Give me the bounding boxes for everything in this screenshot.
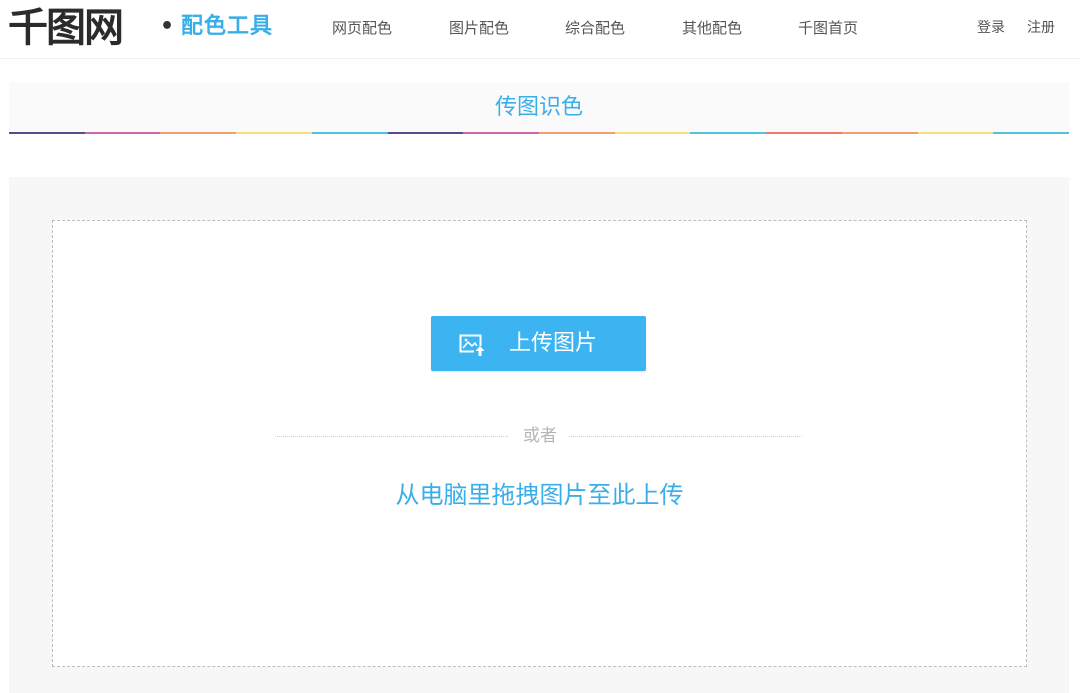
stripe-segment [841, 132, 918, 134]
stripe-segment [311, 132, 388, 134]
tool-name[interactable]: 配色工具 [181, 12, 273, 42]
top-header: 千图网 • 配色工具 网页配色 图片配色 综合配色 其他配色 千图首页 登录 注… [0, 0, 1080, 59]
stripe-segment [614, 132, 691, 134]
image-upload-icon [459, 334, 486, 358]
stripe-segment [766, 132, 842, 134]
stripe-segment [690, 132, 767, 134]
nav-item-webpage-colors[interactable]: 网页配色 [332, 18, 392, 38]
drag-drop-hint: 从电脑里拖拽图片至此上传 [395, 481, 684, 509]
register-link[interactable]: 注册 [1027, 18, 1055, 38]
upload-button-label: 上传图片 [509, 330, 598, 355]
stripe-segment [387, 132, 464, 134]
nav-item-image-colors[interactable]: 图片配色 [449, 18, 509, 38]
logo-separator-dot: • [160, 14, 175, 39]
stripe-segment [9, 132, 85, 134]
nav-item-site-home[interactable]: 千图首页 [798, 18, 858, 38]
nav-item-other-colors[interactable]: 其他配色 [682, 18, 742, 38]
stripe-segment [539, 132, 615, 134]
stripe-segment [84, 132, 161, 134]
or-divider-text: 或者 [523, 426, 557, 446]
stripe-segment [236, 132, 312, 134]
nav-item-combined-colors[interactable]: 综合配色 [565, 18, 625, 38]
title-color-stripe [9, 132, 1070, 134]
or-divider-right [569, 436, 802, 437]
or-divider-left [275, 436, 508, 437]
section-title-bar: 传图识色 [9, 82, 1069, 132]
stripe-segment [993, 132, 1070, 134]
stripe-segment [463, 132, 540, 134]
site-logo[interactable]: 千图网 [8, 4, 124, 52]
stripe-segment [917, 132, 994, 134]
upload-image-button[interactable]: 上传图片 [431, 316, 646, 371]
login-link[interactable]: 登录 [977, 18, 1005, 38]
section-title: 传图识色 [494, 95, 583, 120]
stripe-segment [160, 132, 237, 134]
